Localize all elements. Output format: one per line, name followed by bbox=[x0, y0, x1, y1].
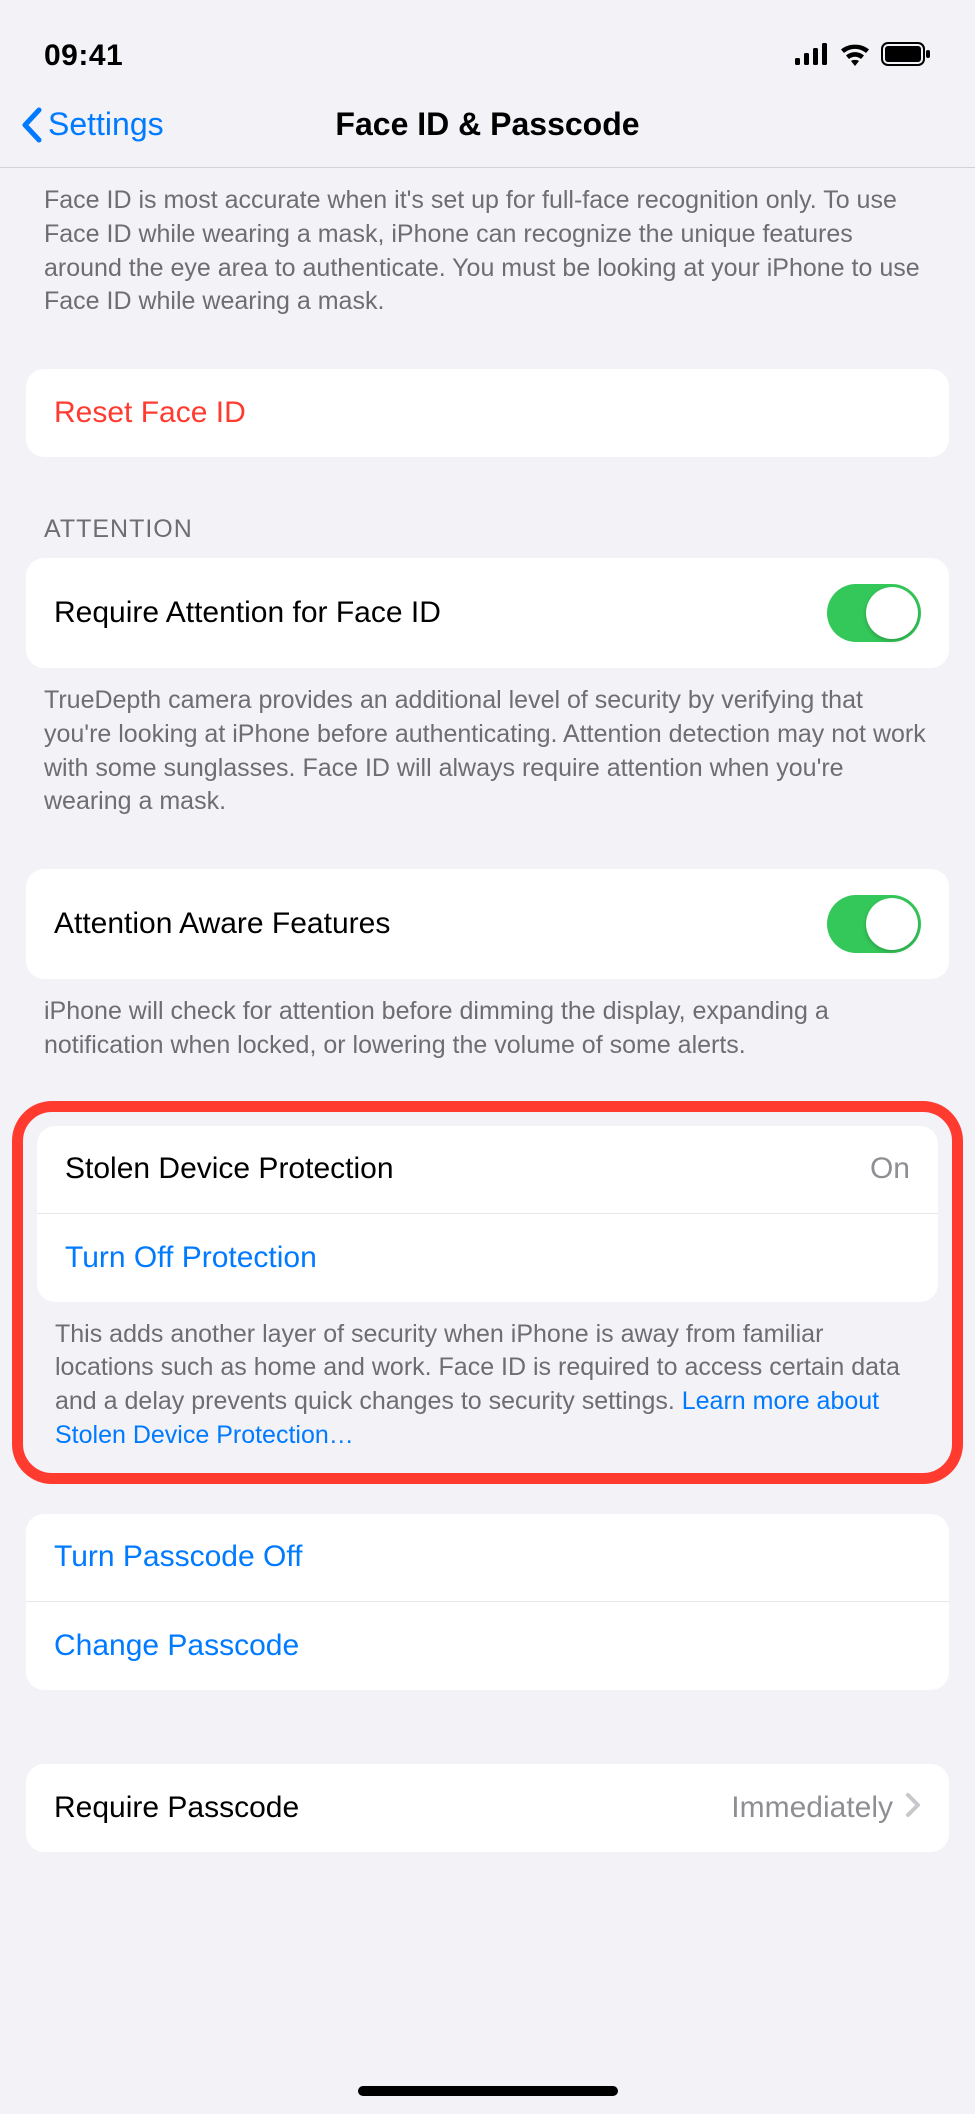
back-label: Settings bbox=[48, 106, 164, 143]
status-bar: 09:41 bbox=[0, 0, 975, 88]
attention-aware-toggle[interactable] bbox=[827, 895, 921, 953]
change-passcode-button[interactable]: Change Passcode bbox=[26, 1602, 949, 1690]
turn-off-protection-label: Turn Off Protection bbox=[65, 1241, 317, 1275]
stolen-device-group: Stolen Device Protection On Turn Off Pro… bbox=[37, 1126, 938, 1302]
page-title: Face ID & Passcode bbox=[335, 106, 639, 143]
back-button[interactable]: Settings bbox=[20, 106, 164, 143]
attention-aware-group: Attention Aware Features bbox=[26, 869, 949, 979]
faceid-mask-footer: Face ID is most accurate when it's set u… bbox=[0, 168, 975, 339]
require-attention-toggle[interactable] bbox=[827, 584, 921, 642]
stolen-device-highlight: Stolen Device Protection On Turn Off Pro… bbox=[12, 1101, 963, 1484]
navigation-bar: Settings Face ID & Passcode bbox=[0, 88, 975, 168]
stolen-device-footer: This adds another layer of security when… bbox=[23, 1302, 952, 1463]
turn-off-protection-button[interactable]: Turn Off Protection bbox=[37, 1214, 938, 1302]
turn-passcode-off-button[interactable]: Turn Passcode Off bbox=[26, 1514, 949, 1602]
wifi-icon bbox=[839, 42, 871, 71]
passcode-actions-group: Turn Passcode Off Change Passcode bbox=[26, 1514, 949, 1690]
require-attention-footer: TrueDepth camera provides an additional … bbox=[0, 668, 975, 839]
battery-icon bbox=[881, 42, 931, 71]
home-indicator[interactable] bbox=[358, 2086, 618, 2096]
require-attention-row[interactable]: Require Attention for Face ID bbox=[26, 558, 949, 668]
stolen-device-value: On bbox=[870, 1152, 910, 1186]
stolen-device-row[interactable]: Stolen Device Protection On bbox=[37, 1126, 938, 1214]
attention-aware-row[interactable]: Attention Aware Features bbox=[26, 869, 949, 979]
chevron-left-icon bbox=[20, 107, 42, 143]
attention-header: ATTENTION bbox=[0, 515, 975, 558]
reset-faceid-label: Reset Face ID bbox=[54, 396, 246, 430]
stolen-device-label: Stolen Device Protection bbox=[65, 1152, 394, 1186]
require-attention-group: Require Attention for Face ID bbox=[26, 558, 949, 668]
require-passcode-row[interactable]: Require Passcode Immediately bbox=[26, 1764, 949, 1852]
reset-faceid-button[interactable]: Reset Face ID bbox=[26, 369, 949, 457]
require-attention-label: Require Attention for Face ID bbox=[54, 596, 441, 630]
status-icons bbox=[795, 42, 931, 71]
require-passcode-group: Require Passcode Immediately bbox=[26, 1764, 949, 1852]
cellular-signal-icon bbox=[795, 43, 829, 70]
turn-passcode-off-label: Turn Passcode Off bbox=[54, 1540, 302, 1574]
require-passcode-value: Immediately bbox=[731, 1791, 893, 1825]
reset-faceid-group: Reset Face ID bbox=[26, 369, 949, 457]
require-passcode-label: Require Passcode bbox=[54, 1791, 299, 1825]
chevron-right-icon bbox=[905, 1792, 921, 1823]
attention-aware-footer: iPhone will check for attention before d… bbox=[0, 979, 975, 1083]
change-passcode-label: Change Passcode bbox=[54, 1629, 299, 1663]
attention-aware-label: Attention Aware Features bbox=[54, 907, 390, 941]
status-time: 09:41 bbox=[44, 39, 123, 73]
